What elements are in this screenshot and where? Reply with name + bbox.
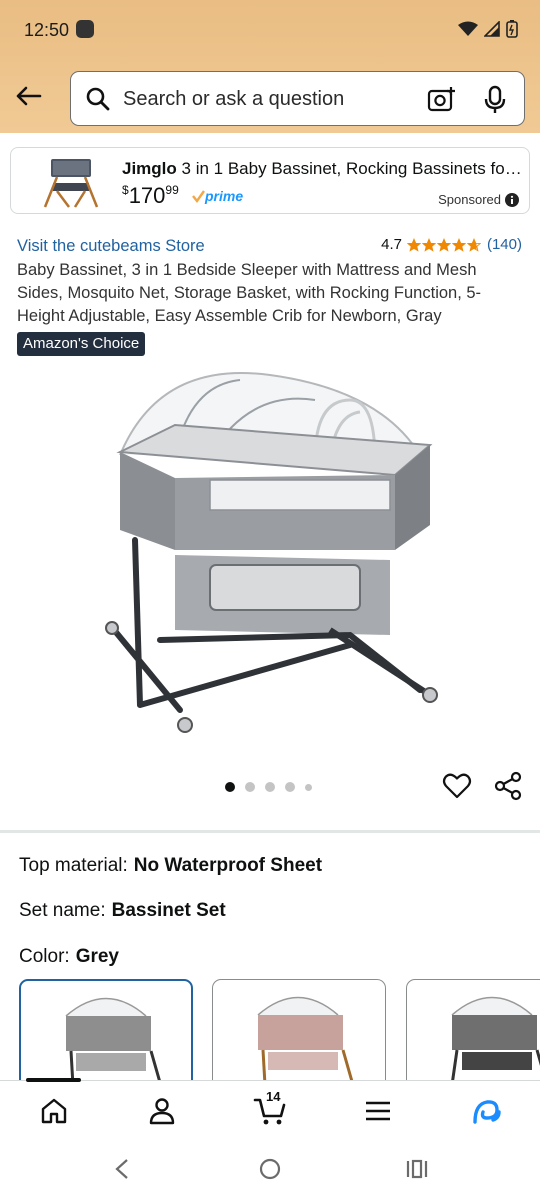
menu-icon bbox=[366, 1101, 390, 1121]
home-icon bbox=[41, 1098, 67, 1124]
heart-icon[interactable] bbox=[442, 771, 472, 801]
nav-rufus[interactable] bbox=[466, 1093, 506, 1129]
ad-title-text: 3 in 1 Baby Bassinet, Rocking Bassinets … bbox=[181, 159, 522, 178]
spec-label: Color: bbox=[19, 946, 70, 967]
prime-check-icon: prime bbox=[192, 188, 243, 204]
sponsored-text: Sponsored bbox=[438, 192, 501, 207]
cart-count: 14 bbox=[266, 1089, 281, 1104]
system-navigation-bar bbox=[0, 1140, 540, 1200]
spec-label: Top material: bbox=[19, 855, 128, 876]
product-image[interactable] bbox=[100, 360, 440, 750]
rating-value: 4.7 bbox=[381, 236, 402, 253]
spec-top-material: Top material: No Waterproof Sheet bbox=[19, 855, 322, 877]
carousel-dot[interactable] bbox=[225, 782, 235, 792]
store-link[interactable]: Visit the cutebeams Store bbox=[17, 237, 205, 256]
nav-menu[interactable] bbox=[358, 1093, 398, 1129]
status-time: 12:50 bbox=[24, 20, 70, 40]
star-icon bbox=[436, 237, 451, 252]
top-header: 12:50 bbox=[0, 0, 540, 133]
color-swatch-pink[interactable] bbox=[212, 979, 386, 1089]
prime-badge: prime bbox=[192, 188, 252, 211]
swatch-thumbnail bbox=[450, 996, 540, 1086]
bottom-navigation: 14 bbox=[0, 1078, 540, 1140]
product-title: Baby Bassinet, 3 in 1 Bedside Sleeper wi… bbox=[17, 261, 482, 325]
search-bar[interactable] bbox=[70, 71, 525, 126]
image-carousel-dots[interactable] bbox=[225, 782, 312, 792]
ad-price-whole: 170 bbox=[128, 183, 166, 208]
microphone-icon[interactable] bbox=[484, 85, 506, 115]
color-swatch-dark-grey[interactable] bbox=[406, 979, 540, 1089]
camera-search-icon[interactable] bbox=[427, 85, 457, 113]
wifi-icon bbox=[458, 21, 478, 36]
system-recents-icon[interactable] bbox=[405, 1158, 429, 1180]
carousel-dot[interactable] bbox=[305, 783, 312, 791]
signal-icon bbox=[484, 21, 500, 37]
rating-count: (140) bbox=[486, 236, 522, 253]
star-icon bbox=[406, 237, 421, 252]
system-back-icon[interactable] bbox=[113, 1158, 131, 1180]
ad-price-symbol: $ bbox=[122, 183, 129, 197]
share-icon[interactable] bbox=[493, 771, 523, 801]
rufus-icon bbox=[473, 1100, 501, 1124]
rating-block[interactable]: 4.7 (140) bbox=[381, 236, 522, 253]
system-home-icon[interactable] bbox=[259, 1158, 281, 1180]
carousel-dot[interactable] bbox=[285, 782, 295, 792]
star-icon bbox=[421, 237, 436, 252]
ad-price-fraction: 99 bbox=[165, 183, 179, 197]
ad-title[interactable]: Jimglo 3 in 1 Baby Bassinet, Rocking Bas… bbox=[122, 159, 522, 179]
spec-value: Grey bbox=[75, 946, 119, 967]
search-icon bbox=[86, 87, 110, 111]
spec-label: Set name: bbox=[19, 900, 106, 921]
nav-account[interactable] bbox=[142, 1093, 182, 1129]
nav-home[interactable] bbox=[34, 1093, 74, 1129]
status-bar: 12:50 bbox=[0, 0, 540, 60]
spec-value: Bassinet Set bbox=[111, 900, 226, 921]
amazons-choice-badge: Amazon's Choice bbox=[17, 332, 146, 356]
carousel-dot[interactable] bbox=[245, 782, 255, 792]
sponsored-label[interactable]: Sponsored bbox=[438, 192, 519, 207]
ad-product-thumbnail bbox=[43, 159, 99, 208]
star-rating bbox=[406, 237, 481, 252]
status-icons bbox=[458, 20, 518, 38]
account-icon bbox=[149, 1098, 175, 1125]
spec-value: No Waterproof Sheet bbox=[133, 855, 323, 876]
ad-price: $17099 bbox=[122, 183, 179, 209]
search-input[interactable] bbox=[123, 84, 403, 114]
star-icon bbox=[466, 237, 481, 252]
app-notification-icon bbox=[76, 20, 94, 38]
spec-color: Color: Grey bbox=[19, 946, 119, 968]
sponsored-ad-card[interactable]: Jimglo 3 in 1 Baby Bassinet, Rocking Bas… bbox=[10, 147, 530, 214]
swatch-thumbnail bbox=[65, 997, 163, 1087]
info-icon bbox=[505, 192, 519, 207]
back-arrow-icon bbox=[16, 86, 42, 106]
star-icon bbox=[451, 237, 466, 252]
battery-icon bbox=[506, 20, 518, 38]
spec-set-name: Set name: Bassinet Set bbox=[19, 900, 226, 922]
prime-label: prime bbox=[204, 188, 243, 204]
carousel-dot[interactable] bbox=[265, 782, 275, 792]
active-tab-indicator bbox=[26, 1078, 81, 1082]
back-button[interactable] bbox=[10, 80, 46, 112]
section-divider bbox=[0, 830, 540, 833]
nav-cart[interactable]: 14 bbox=[250, 1089, 290, 1129]
color-swatch-grey[interactable] bbox=[19, 979, 193, 1089]
swatch-thumbnail bbox=[257, 996, 355, 1086]
ad-brand: Jimglo bbox=[122, 159, 177, 178]
